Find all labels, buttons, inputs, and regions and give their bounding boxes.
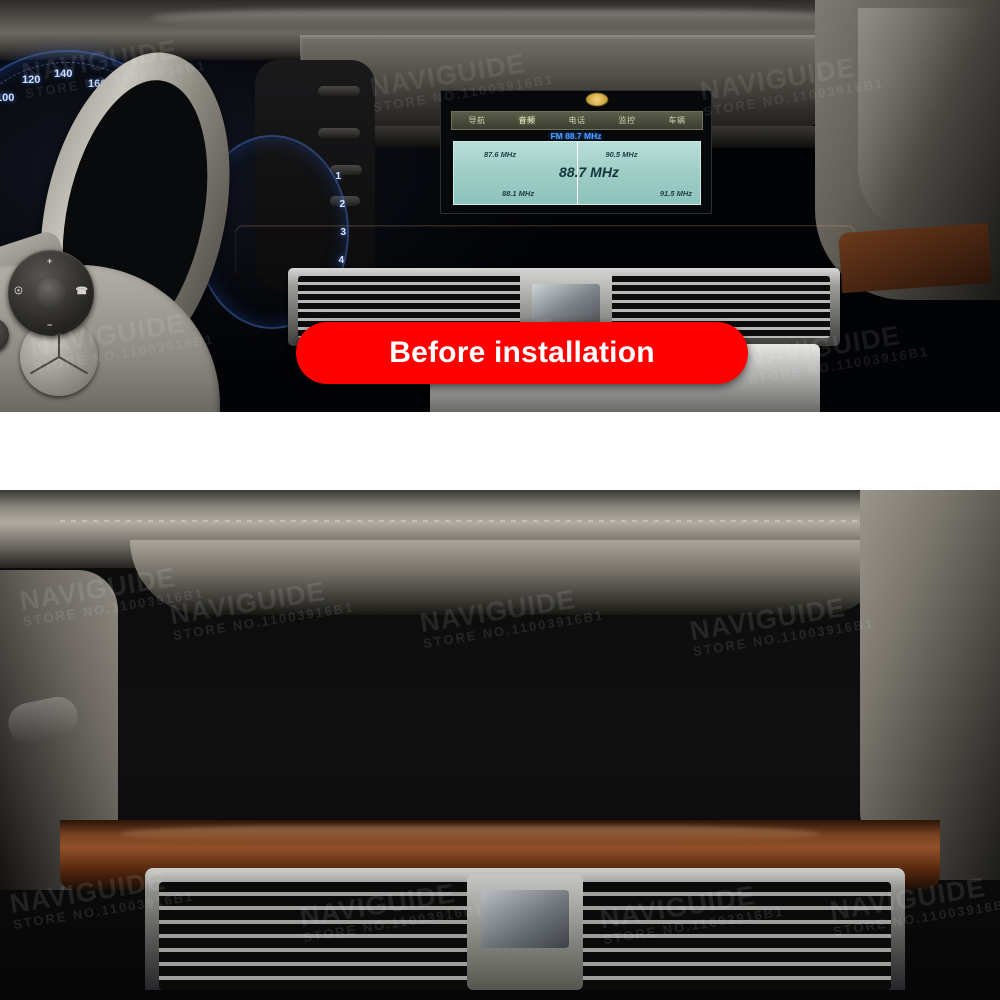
column-stalk-1[interactable] [318, 86, 360, 96]
mmi-menu-item-0[interactable]: 导航 [469, 115, 486, 126]
after-installation-panel: 12:03 AM [0, 490, 1000, 1000]
vent-center-module-after [467, 874, 583, 990]
mmi-menu-bar[interactable]: 导航 音频 电话 监控 车辆 [451, 111, 703, 130]
stock-mmi-screen[interactable]: 导航 音频 电话 监控 车辆 FM 88.7 MHz 87.6 MHz 88.1… [440, 90, 712, 214]
speed-tick-140: 140 [54, 68, 73, 80]
vent-center-glass-after [481, 890, 569, 948]
mmi-menu-item-4[interactable]: 车辆 [669, 115, 686, 126]
mmi-preset-2[interactable]: 90.5 MHz [606, 150, 638, 159]
before-banner-label: Before installation [389, 336, 655, 369]
phone-answer-button[interactable]: ☎ [76, 286, 88, 297]
mmi-menu-item-2[interactable]: 电话 [569, 115, 586, 126]
pillar-highlight [858, 8, 988, 238]
mmi-preset-grid[interactable]: 87.6 MHz 88.1 MHz 90.5 MHz 91.5 MHz 88.7… [453, 141, 701, 205]
tach-tick-1: 1 [335, 171, 341, 182]
volume-up-button[interactable]: + [47, 256, 52, 266]
volume-down-button[interactable]: − [47, 320, 52, 330]
steering-wheel-control-pad[interactable]: + − ☎ ☉ [8, 250, 94, 336]
mmi-menu-item-3[interactable]: 监控 [619, 115, 636, 126]
wood-trim-sheen [120, 826, 820, 842]
before-installation-panel: 100 120 140 160 180 200 220 1 2 3 4 5 6 [0, 0, 1000, 412]
swc-center-button[interactable] [36, 278, 66, 308]
speed-tick-120: 120 [22, 74, 41, 86]
before-installation-banner: Before installation [296, 322, 748, 384]
mmi-band-label: FM 88.7 MHz [550, 131, 602, 141]
center-air-vents-after [145, 868, 905, 990]
tach-tick-2: 2 [339, 199, 345, 210]
mmi-preset-4[interactable]: 91.5 MHz [660, 189, 692, 198]
mmi-current-frequency: 88.7 MHz [559, 164, 619, 180]
mmi-menu-item-1[interactable]: 音频 [519, 115, 536, 126]
speed-tick-100: 100 [0, 92, 15, 104]
instrument-cluster: 100 120 140 160 180 200 220 1 2 3 4 5 6 [0, 34, 349, 412]
phone-back-button[interactable]: ☉ [14, 286, 23, 297]
mmi-preset-3[interactable]: 88.1 MHz [502, 189, 534, 198]
wood-trim-panel-right [838, 222, 992, 294]
mmi-preset-1[interactable]: 87.6 MHz [484, 150, 516, 159]
wood-trim-panel [235, 225, 855, 273]
door-handle-highlight [4, 693, 82, 747]
mmi-indicator-light [586, 93, 608, 106]
screen-hood [130, 540, 890, 615]
leather-stitching [60, 520, 920, 522]
product-comparison-image: 100 120 140 160 180 200 220 1 2 3 4 5 6 [0, 0, 1000, 1000]
column-stalk-2[interactable] [318, 128, 360, 138]
